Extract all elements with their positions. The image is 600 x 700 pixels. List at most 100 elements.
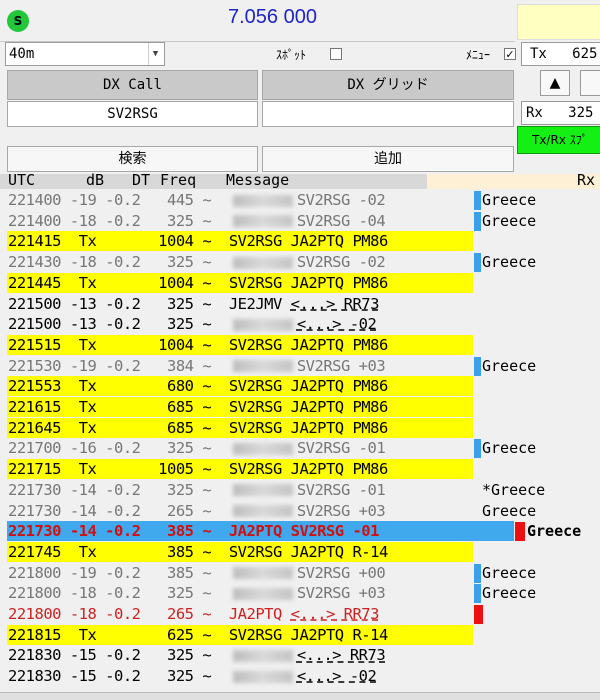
decode-row[interactable]: 221830 -15 -0.2 325 ~ <...> RR73: [0, 645, 600, 665]
row-message: SV2RSG +03: [296, 356, 386, 375]
row-message: <...> -02: [296, 315, 377, 334]
tx-rx-swap-button[interactable]: Tx/Rx ｽﾌﾟ: [517, 126, 600, 154]
row-dt: -0.2: [105, 211, 150, 230]
menu-checkbox[interactable]: ✓: [504, 48, 516, 60]
decode-text: 221730 -14 -0.2 385 ~ JA2PTQ SV2RSG -01: [8, 521, 379, 541]
decode-text: 221515 Tx 1004 ~ SV2RSG JA2PTQ PM86: [8, 335, 388, 355]
decode-row[interactable]: 221815 Tx 625 ~ SV2RSG JA2PTQ R-14: [0, 624, 600, 645]
row-callsign: SV2RSG JA2PTQ PM86: [228, 273, 388, 292]
decode-row[interactable]: 221400 -19 -0.2 445 ~ SV2RSG -02 Greece: [0, 190, 600, 210]
rx-frequency-field[interactable]: Rx 325: [521, 101, 600, 125]
row-callsign: JA2PTQ: [228, 605, 291, 623]
decode-row[interactable]: 221500 -13 -0.2 325 ~ JE2JMV <...> RR73: [0, 294, 600, 314]
search-button[interactable]: 検索: [7, 146, 258, 172]
redacted-callsign: [232, 670, 293, 683]
decode-text: 221730 -14 -0.2 325 ~ SV2RSG -01: [8, 480, 386, 500]
decode-text: 221745 Tx 385 ~ SV2RSG JA2PTQ R-14: [8, 542, 388, 562]
decode-row[interactable]: 221615 Tx 685 ~ SV2RSG JA2PTQ PM86: [0, 397, 600, 417]
row-freq: 385 ~: [149, 563, 229, 582]
row-db: Tx: [69, 377, 106, 396]
decode-list[interactable]: 221400 -19 -0.2 445 ~ SV2RSG -02 Greece 22…: [0, 190, 600, 700]
row-freq: 265 ~: [149, 501, 229, 520]
row-country: Greece: [527, 522, 582, 541]
frequency-display: 7.056 000: [228, 6, 317, 28]
secondary-arrow-button[interactable]: [580, 70, 600, 96]
right-info-panel: [517, 4, 600, 40]
row-freq: 325 ~: [149, 480, 229, 499]
row-dt: [105, 626, 149, 644]
row-freq: 325 ~: [149, 667, 229, 686]
decode-row[interactable]: 221730 -14 -0.2 385 ~ JA2PTQ SV2RSG -01 G…: [0, 521, 600, 542]
row-db: -19: [69, 356, 106, 375]
decode-row[interactable]: 221553 Tx 680 ~ SV2RSG JA2PTQ PM86: [0, 376, 600, 397]
row-utc: 221645: [8, 418, 70, 437]
row-db: Tx: [69, 418, 106, 437]
row-db: Tx: [69, 398, 106, 416]
row-freq: 1004 ~: [149, 335, 229, 354]
row-freq: 1004 ~: [149, 273, 229, 292]
bottom-scroll-strip[interactable]: [0, 692, 600, 700]
decode-row[interactable]: 221500 -13 -0.2 325 ~ <...> -02: [0, 314, 600, 334]
dx-call-input[interactable]: SV2RSG: [7, 101, 258, 127]
decode-row[interactable]: 221415 Tx 1004 ~ SV2RSG JA2PTQ PM86: [0, 231, 600, 252]
row-utc: 221515: [8, 335, 70, 354]
row-db: -19: [69, 191, 106, 209]
decode-row[interactable]: 221700 -16 -0.2 325 ~ SV2RSG -01 Greece: [0, 438, 600, 459]
decode-row[interactable]: 221745 Tx 385 ~ SV2RSG JA2PTQ R-14: [0, 541, 600, 562]
column-message: Message: [226, 171, 290, 189]
decode-row[interactable]: 221645 Tx 685 ~ SV2RSG JA2PTQ PM86: [0, 417, 600, 438]
row-callsign: SV2RSG JA2PTQ R-14: [228, 542, 388, 561]
decode-text: 221830 -15 -0.2 325 ~ <...> -02: [8, 666, 377, 686]
row-db: -15: [69, 667, 106, 686]
band-select[interactable]: 40m ▼: [5, 42, 165, 66]
rx-column-header: Rx: [427, 171, 600, 189]
row-dt: -0.2: [105, 439, 150, 458]
row-freq: 1004 ~: [149, 232, 229, 251]
row-utc: 221730: [8, 480, 70, 499]
decode-row[interactable]: 221800 -18 -0.2 325 ~ SV2RSG +03 Greece: [0, 583, 600, 604]
row-utc: 221715: [8, 460, 70, 479]
decode-row[interactable]: 221430 -18 -0.2 325 ~ SV2RSG -02 Greece: [0, 252, 600, 273]
row-dt: -0.2: [105, 605, 150, 623]
row-country: Greece: [482, 501, 537, 520]
decode-row[interactable]: 221800 -19 -0.2 385 ~ SV2RSG +00 Greece: [0, 563, 600, 583]
tx-frequency-field[interactable]: Tx 625: [521, 42, 600, 66]
dxcc-marker: [474, 211, 481, 231]
redacted-callsign: [232, 215, 293, 228]
decode-row[interactable]: 221445 Tx 1004 ~ SV2RSG JA2PTQ PM86: [0, 272, 600, 293]
decode-row[interactable]: 221730 -14 -0.2 325 ~ SV2RSG -01 *Greece: [0, 480, 600, 500]
row-db: -14: [69, 501, 106, 520]
decode-row[interactable]: 221830 -15 -0.2 325 ~ <...> -02: [0, 666, 600, 686]
decode-text: 221500 -13 -0.2 325 ~ JE2JMV <...> RR73: [8, 294, 379, 314]
row-dt: -0.2: [105, 294, 150, 313]
row-country: Greece: [482, 253, 537, 272]
row-dt: -0.2: [105, 501, 150, 520]
row-callsign: SV2RSG JA2PTQ PM86: [228, 232, 388, 251]
decode-row[interactable]: 221715 Tx 1005 ~ SV2RSG JA2PTQ PM86: [0, 459, 600, 480]
chevron-down-icon[interactable]: ▼: [148, 43, 162, 65]
row-freq: 325 ~: [149, 584, 229, 603]
decode-row[interactable]: 221800 -18 -0.2 265 ~ JA2PTQ <...> RR73: [0, 604, 600, 624]
spot-checkbox[interactable]: [330, 48, 342, 60]
row-dt: -0.2: [105, 480, 150, 499]
row-db: Tx: [69, 273, 106, 292]
decode-row[interactable]: 221400 -18 -0.2 325 ~ SV2RSG -04 Greece: [0, 211, 600, 231]
decode-text: 221500 -13 -0.2 325 ~ <...> -02: [8, 314, 377, 334]
add-button[interactable]: 追加: [262, 146, 514, 172]
redacted-callsign: [232, 360, 293, 373]
dx-call-button[interactable]: DX Call: [7, 70, 258, 100]
row-callsign: SV2RSG JA2PTQ PM86: [228, 398, 388, 416]
decode-text: 221700 -16 -0.2 325 ~ SV2RSG -01: [8, 438, 386, 458]
row-freq: 325 ~: [149, 294, 229, 313]
row-db: -18: [69, 605, 106, 623]
dx-grid-input[interactable]: [262, 101, 514, 127]
row-db: -14: [69, 480, 106, 499]
decode-row[interactable]: 221730 -14 -0.2 265 ~ SV2RSG +03 Greece: [0, 501, 600, 521]
dx-grid-button[interactable]: DX グリッド: [262, 70, 514, 100]
decode-row[interactable]: 221515 Tx 1004 ~ SV2RSG JA2PTQ PM86: [0, 334, 600, 355]
up-arrow-button[interactable]: ▲: [540, 70, 570, 96]
decode-text: 221730 -14 -0.2 265 ~ SV2RSG +03: [8, 501, 386, 521]
decode-row[interactable]: 221530 -19 -0.2 384 ~ SV2RSG +03 Greece: [0, 356, 600, 376]
row-utc: 221830: [8, 667, 70, 686]
row-message: SV2RSG +00: [296, 563, 386, 582]
